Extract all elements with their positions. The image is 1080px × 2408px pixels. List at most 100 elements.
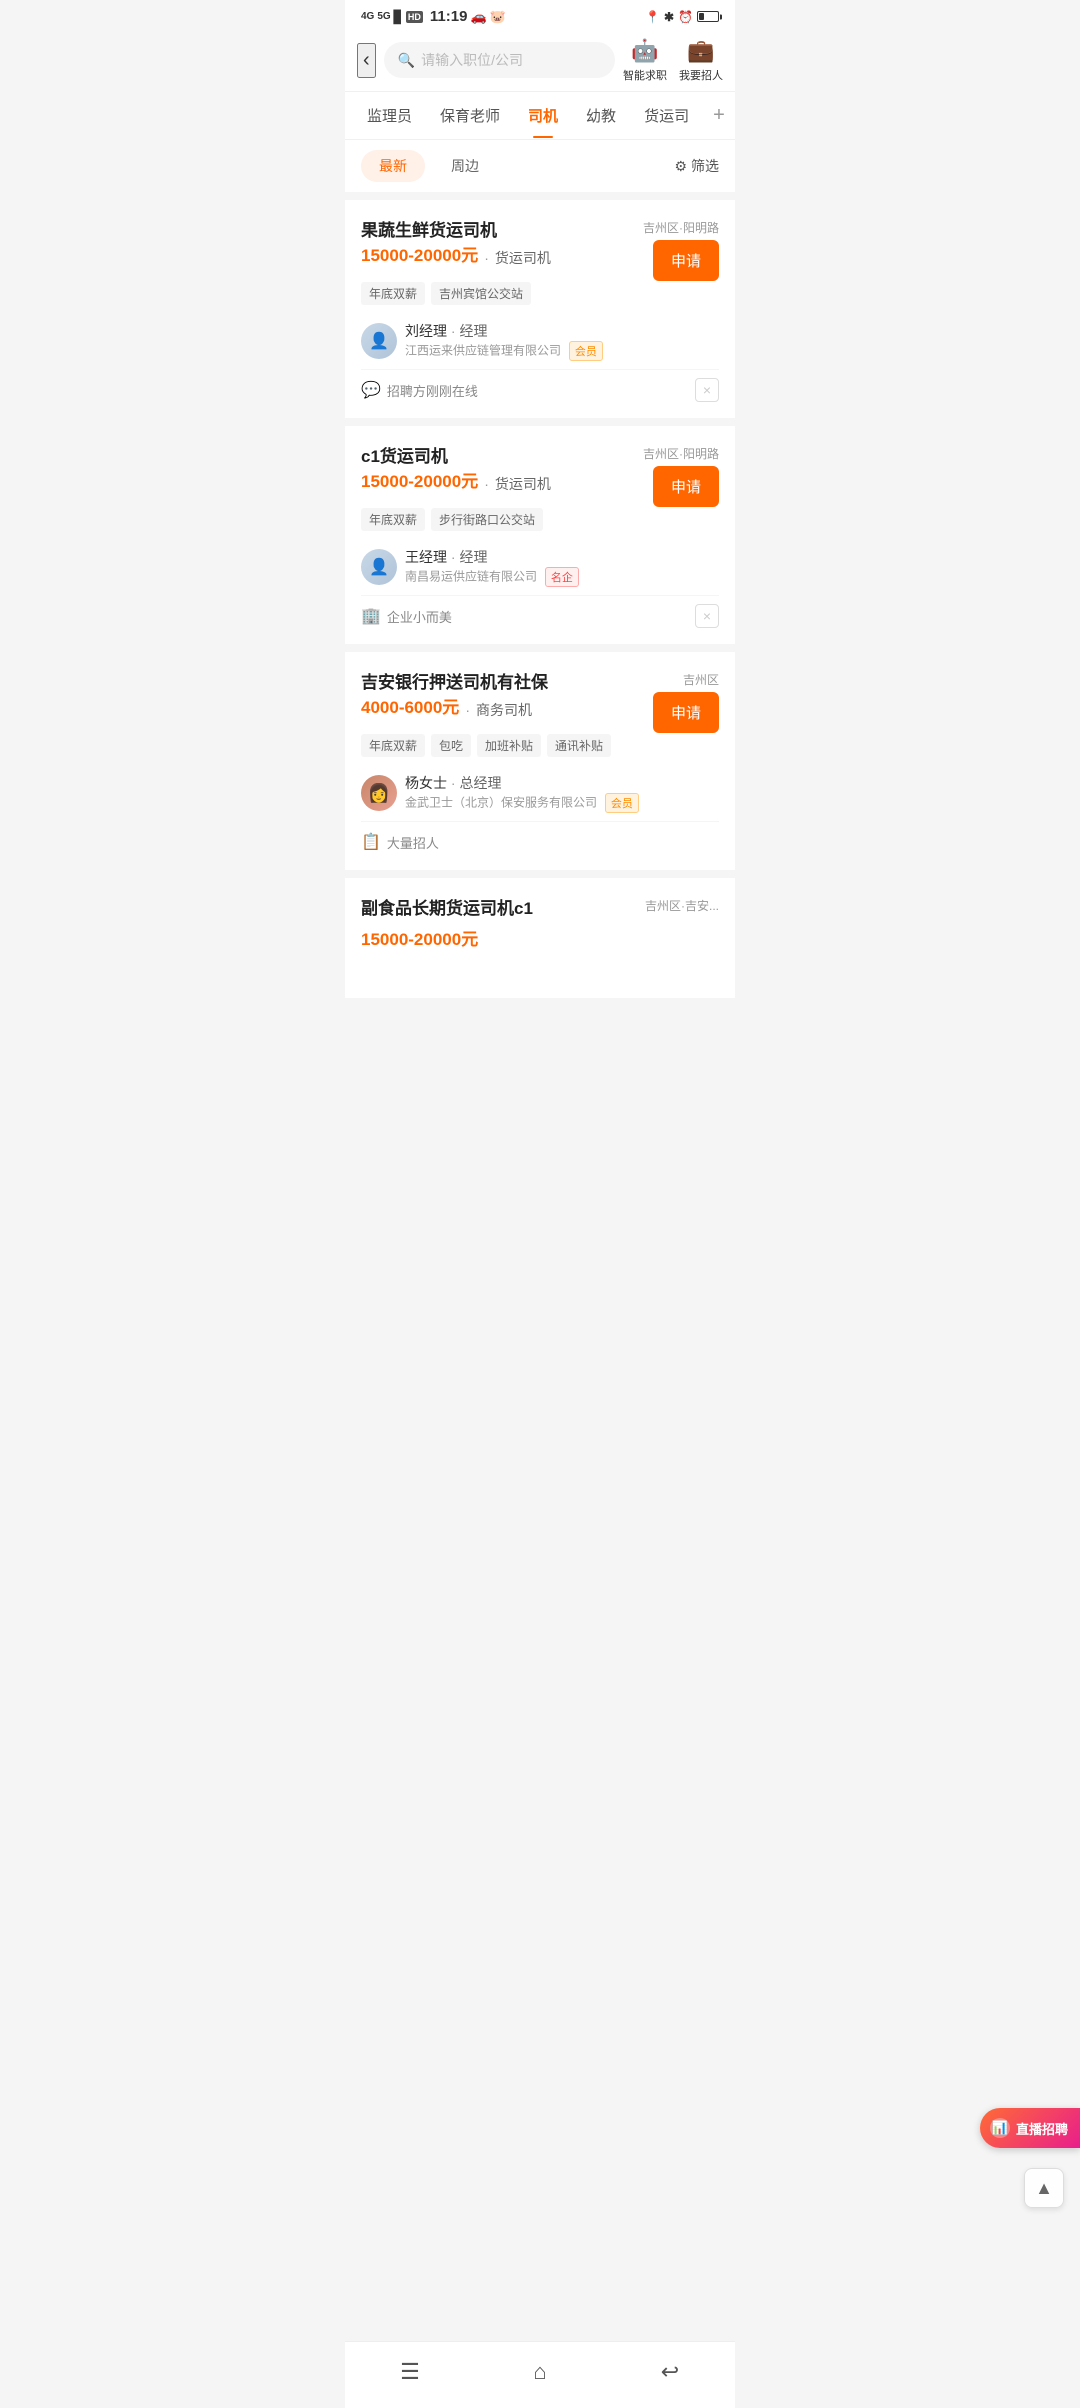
job-card-2: c1货运司机 15000-20000元 · 货运司机 年底双薪 步行街路口公交站… xyxy=(345,426,735,644)
signal-bars: ▊ xyxy=(394,10,403,24)
job-salary-1: 15000-20000元 xyxy=(361,241,478,266)
filter-tabs: 最新 周边 xyxy=(361,150,497,182)
apply-button-1[interactable]: 申请 xyxy=(653,240,719,281)
job-card-3: 吉安银行押送司机有社保 4000-6000元 · 商务司机 年底双薪 包吃 加班… xyxy=(345,652,735,870)
job-location-4: 吉州区·吉安... xyxy=(645,897,719,914)
filter-button[interactable]: ⚙ 筛选 xyxy=(674,156,719,176)
header: ‹ 🔍 请输入职位/公司 🤖 智能求职 💼 我要招人 xyxy=(345,29,735,92)
footer-status-1: 招聘方刚刚在线 xyxy=(387,381,478,400)
apply-button-3[interactable]: 申请 xyxy=(653,692,719,733)
list-icon-3: 📋 xyxy=(361,832,381,852)
job-salary-4: 15000-20000元 xyxy=(361,925,478,950)
recruiter-title-3: 总经理 xyxy=(459,775,501,791)
add-tab-button[interactable]: + xyxy=(703,92,735,139)
search-icon: 🔍 xyxy=(398,52,415,69)
famous-badge-2: 名企 xyxy=(545,567,579,587)
job-footer-2: 🏢 企业小而美 × xyxy=(361,595,719,628)
tag-2-0: 年底双薪 xyxy=(361,508,425,531)
nav-menu[interactable]: ☰ xyxy=(390,2352,430,2392)
chat-icon-1: 💬 xyxy=(361,380,381,400)
member-badge-3: 会员 xyxy=(605,793,639,813)
search-bar[interactable]: 🔍 请输入职位/公司 xyxy=(384,42,615,78)
job-title-3: 吉安银行押送司机有社保 xyxy=(361,668,639,693)
nearby-tab[interactable]: 周边 xyxy=(433,150,497,182)
member-badge-1: 会员 xyxy=(569,341,603,361)
status-bar: 4G 5G ▊ HD 11:19 🚗 🐷 📍 ✱ ⏰ xyxy=(345,0,735,29)
avatar-1: 👤 xyxy=(361,323,397,359)
job-salary-2: 15000-20000元 xyxy=(361,467,478,492)
tag-1-1: 吉州宾馆公交站 xyxy=(431,282,531,305)
filter-icon: ⚙ xyxy=(674,158,687,175)
signal-5g: 5G xyxy=(377,11,390,22)
job-tags-2: 年底双薪 步行街路口公交站 xyxy=(361,508,551,531)
hd-icon: HD xyxy=(406,11,423,23)
footer-status-3: 大量招人 xyxy=(387,833,439,852)
menu-icon: ☰ xyxy=(400,2359,420,2385)
recruiter-name-2: 王经理 xyxy=(405,549,447,565)
time-display: 11:19 xyxy=(430,8,468,25)
recruiter-title-2: 经理 xyxy=(459,549,487,565)
apply-button-2[interactable]: 申请 xyxy=(653,466,719,507)
home-icon: ⌂ xyxy=(533,2359,546,2385)
filter-bar: 最新 周边 ⚙ 筛选 xyxy=(345,140,735,192)
hire-button[interactable]: 💼 我要招人 xyxy=(679,37,723,83)
job-title-4: 副食品长期货运司机c1 xyxy=(361,894,533,919)
tag-3-1: 包吃 xyxy=(431,734,471,757)
tab-freight[interactable]: 货运司 xyxy=(630,93,703,138)
job-type-2: 货运司机 xyxy=(495,474,551,494)
recruiter-info-2: 👤 王经理 · 经理 南昌易运供应链有限公司 名企 xyxy=(361,547,719,587)
job-title-2: c1货运司机 xyxy=(361,442,551,467)
company-name-2: 南昌易运供应链有限公司 xyxy=(405,570,537,584)
recruiter-info-3: 👩 杨女士 · 总经理 金武卫士（北京）保安服务有限公司 会员 xyxy=(361,773,719,813)
chevron-up-icon: ▲ xyxy=(1035,2178,1053,2199)
nav-back[interactable]: ↩ xyxy=(650,2352,690,2392)
tag-3-2: 加班补贴 xyxy=(477,734,541,757)
job-type-3: 商务司机 xyxy=(476,700,532,720)
tab-supervisor[interactable]: 监理员 xyxy=(353,93,426,138)
job-card-1: 果蔬生鲜货运司机 15000-20000元 · 货运司机 年底双薪 吉州宾馆公交… xyxy=(345,200,735,418)
nav-home[interactable]: ⌂ xyxy=(520,2352,560,2392)
job-location-1: 吉州区·阳明路 xyxy=(643,219,719,236)
back-button[interactable]: ‹ xyxy=(357,43,376,78)
bluetooth-icon: ✱ xyxy=(664,10,674,24)
jobs-list: 果蔬生鲜货运司机 15000-20000元 · 货运司机 年底双薪 吉州宾馆公交… xyxy=(345,200,735,1014)
job-title-1: 果蔬生鲜货运司机 xyxy=(361,216,551,241)
job-tags-3: 年底双薪 包吃 加班补贴 通讯补贴 xyxy=(361,734,639,757)
live-label: 直播招聘 xyxy=(1016,2119,1068,2138)
tab-preschool[interactable]: 幼教 xyxy=(572,93,630,138)
footer-status-2: 企业小而美 xyxy=(387,607,452,626)
live-badge[interactable]: 📊 直播招聘 xyxy=(980,2108,1080,2148)
tag-3-3: 通讯补贴 xyxy=(547,734,611,757)
close-btn-1[interactable]: × xyxy=(695,378,719,402)
alarm-icon: ⏰ xyxy=(678,10,693,24)
job-location-3: 吉州区 xyxy=(683,671,719,688)
header-actions: 🤖 智能求职 💼 我要招人 xyxy=(623,37,723,83)
close-btn-2[interactable]: × xyxy=(695,604,719,628)
company-name-3: 金武卫士（北京）保安服务有限公司 xyxy=(405,796,597,810)
latest-tab[interactable]: 最新 xyxy=(361,150,425,182)
tag-1-0: 年底双薪 xyxy=(361,282,425,305)
company-name-1: 江西运来供应链管理有限公司 xyxy=(405,344,561,358)
back-icon: ↩ xyxy=(661,2359,679,2385)
tab-driver[interactable]: 司机 xyxy=(514,93,572,138)
category-tabs: 监理员 保育老师 司机 幼教 货运司 + xyxy=(345,92,735,140)
company-icon-2: 🏢 xyxy=(361,606,381,626)
ai-job-button[interactable]: 🤖 智能求职 xyxy=(623,37,667,83)
status-right: 📍 ✱ ⏰ xyxy=(645,10,719,24)
job-salary-3: 4000-6000元 xyxy=(361,693,459,718)
scroll-top-button[interactable]: ▲ xyxy=(1024,2168,1064,2208)
recruiter-info-1: 👤 刘经理 · 经理 江西运来供应链管理有限公司 会员 xyxy=(361,321,719,361)
recruiter-title-1: 经理 xyxy=(459,323,487,339)
job-footer-1: 💬 招聘方刚刚在线 × xyxy=(361,369,719,402)
recruiter-name-1: 刘经理 xyxy=(405,323,447,339)
battery-icon xyxy=(697,11,719,22)
ai-job-label: 智能求职 xyxy=(623,67,667,83)
hire-label: 我要招人 xyxy=(679,67,723,83)
signal-4g: 4G xyxy=(361,11,374,22)
tab-childcare[interactable]: 保育老师 xyxy=(426,93,514,138)
ai-job-icon: 🤖 xyxy=(631,37,659,65)
recruiter-name-3: 杨女士 xyxy=(405,775,447,791)
avatar-2: 👤 xyxy=(361,549,397,585)
job-card-4: 副食品长期货运司机c1 吉州区·吉安... 15000-20000元 xyxy=(345,878,735,998)
tag-2-1: 步行街路口公交站 xyxy=(431,508,543,531)
